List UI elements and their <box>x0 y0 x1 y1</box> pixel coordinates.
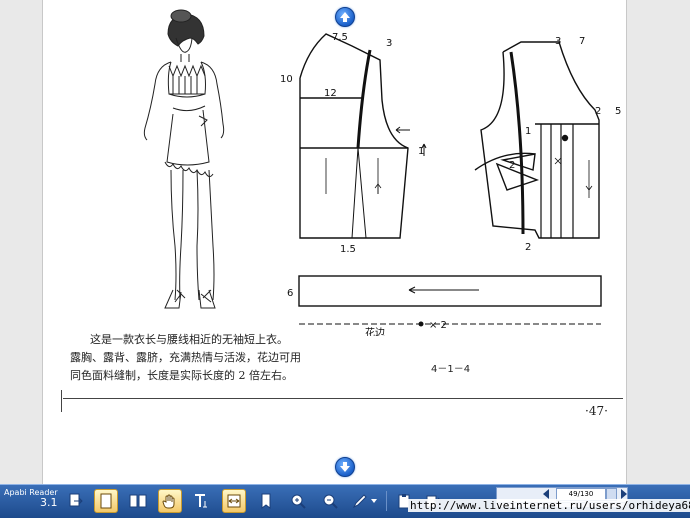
app-brand: Apabi Reader 3.1 <box>4 488 58 509</box>
ruffle-height: 6 <box>287 288 293 299</box>
caption-line-3: 同色面料缝制，长度是实际长度的 2 倍左右。 <box>70 369 293 382</box>
hand-icon <box>162 494 175 509</box>
back-label-3: 1 <box>525 126 531 137</box>
page-footer-line <box>63 398 623 399</box>
front-pattern: 7.5 3 10 12 1 1.5 <box>280 32 427 252</box>
back-label-6: 5 <box>615 106 621 117</box>
convert-button[interactable] <box>64 489 88 513</box>
arrow-up-icon <box>340 12 350 22</box>
hand-tool-button[interactable] <box>158 489 182 513</box>
app-version: 3.1 <box>40 496 58 509</box>
bookmark-icon <box>261 493 271 509</box>
text-select-icon <box>195 494 207 508</box>
back-label-5: 2 <box>595 106 601 117</box>
back-pattern: 3 7 9 1 3 2 5 2 2 2 <box>474 36 621 252</box>
zoom-in-icon <box>291 494 306 509</box>
fit-width-button[interactable] <box>222 489 246 513</box>
pen-icon <box>352 494 367 509</box>
zoom-out-icon <box>323 494 338 509</box>
next-page-button[interactable] <box>335 457 355 477</box>
front-label-4: 1 <box>418 146 424 157</box>
figure-number: 4－1－4 <box>431 364 471 375</box>
ruffle-label: 花边 <box>365 326 385 336</box>
toolbar-separator <box>386 491 387 511</box>
caption-line-1: 这是一款衣长与腰线相近的无袖短上衣。 <box>90 333 288 346</box>
ruffle-strip: 6 花边 × 2 <box>287 275 602 336</box>
double-page-icon <box>129 494 147 508</box>
fashion-sketch <box>143 9 225 309</box>
front-label-0: 7.5 <box>332 32 348 43</box>
document-page: 7.5 3 10 12 1 1.5 3 7 1 2 5 2 2 6 花边 × 2… <box>43 0 625 484</box>
back-label-0: 3 <box>555 36 561 47</box>
annotate-dropdown[interactable] <box>368 489 380 513</box>
fit-width-icon <box>227 494 241 508</box>
arrow-down-icon <box>340 462 350 472</box>
previous-page-button[interactable] <box>335 7 355 27</box>
page-margin-line <box>61 390 62 412</box>
page-icon <box>100 493 112 509</box>
next-page-arrow-icon[interactable] <box>621 489 627 499</box>
front-label-5: 1.5 <box>340 244 356 252</box>
right-gutter <box>626 0 690 484</box>
prev-page-arrow-icon[interactable] <box>543 489 549 499</box>
bookmark-button[interactable] <box>254 489 278 513</box>
front-label-3: 12 <box>324 88 337 99</box>
left-gutter <box>0 0 43 484</box>
source-url[interactable]: http://www.liveinternet.ru/users/orhidey… <box>408 499 690 512</box>
document-viewport[interactable]: 7.5 3 10 12 1 1.5 3 7 1 2 5 2 2 6 花边 × 2… <box>0 0 690 484</box>
page-number: ·47· <box>585 404 608 418</box>
caption-line-2: 露胸、露背、露脐，充满热情与活泼，花边可用 <box>70 351 301 364</box>
zoom-out-button[interactable] <box>318 489 342 513</box>
back-label-7: 2 <box>509 160 515 171</box>
back-label-8: 2 <box>525 242 531 252</box>
double-page-button[interactable] <box>126 489 150 513</box>
back-label-1: 7 <box>579 36 585 47</box>
front-label-1: 3 <box>386 38 392 49</box>
ruffle-multiplier: × 2 <box>429 320 447 331</box>
convert-icon <box>69 493 83 507</box>
dropdown-icon <box>371 499 377 503</box>
zoom-in-button[interactable] <box>286 489 310 513</box>
page-view-button[interactable] <box>94 489 118 513</box>
front-label-2: 10 <box>280 74 293 85</box>
text-select-button[interactable] <box>190 489 214 513</box>
